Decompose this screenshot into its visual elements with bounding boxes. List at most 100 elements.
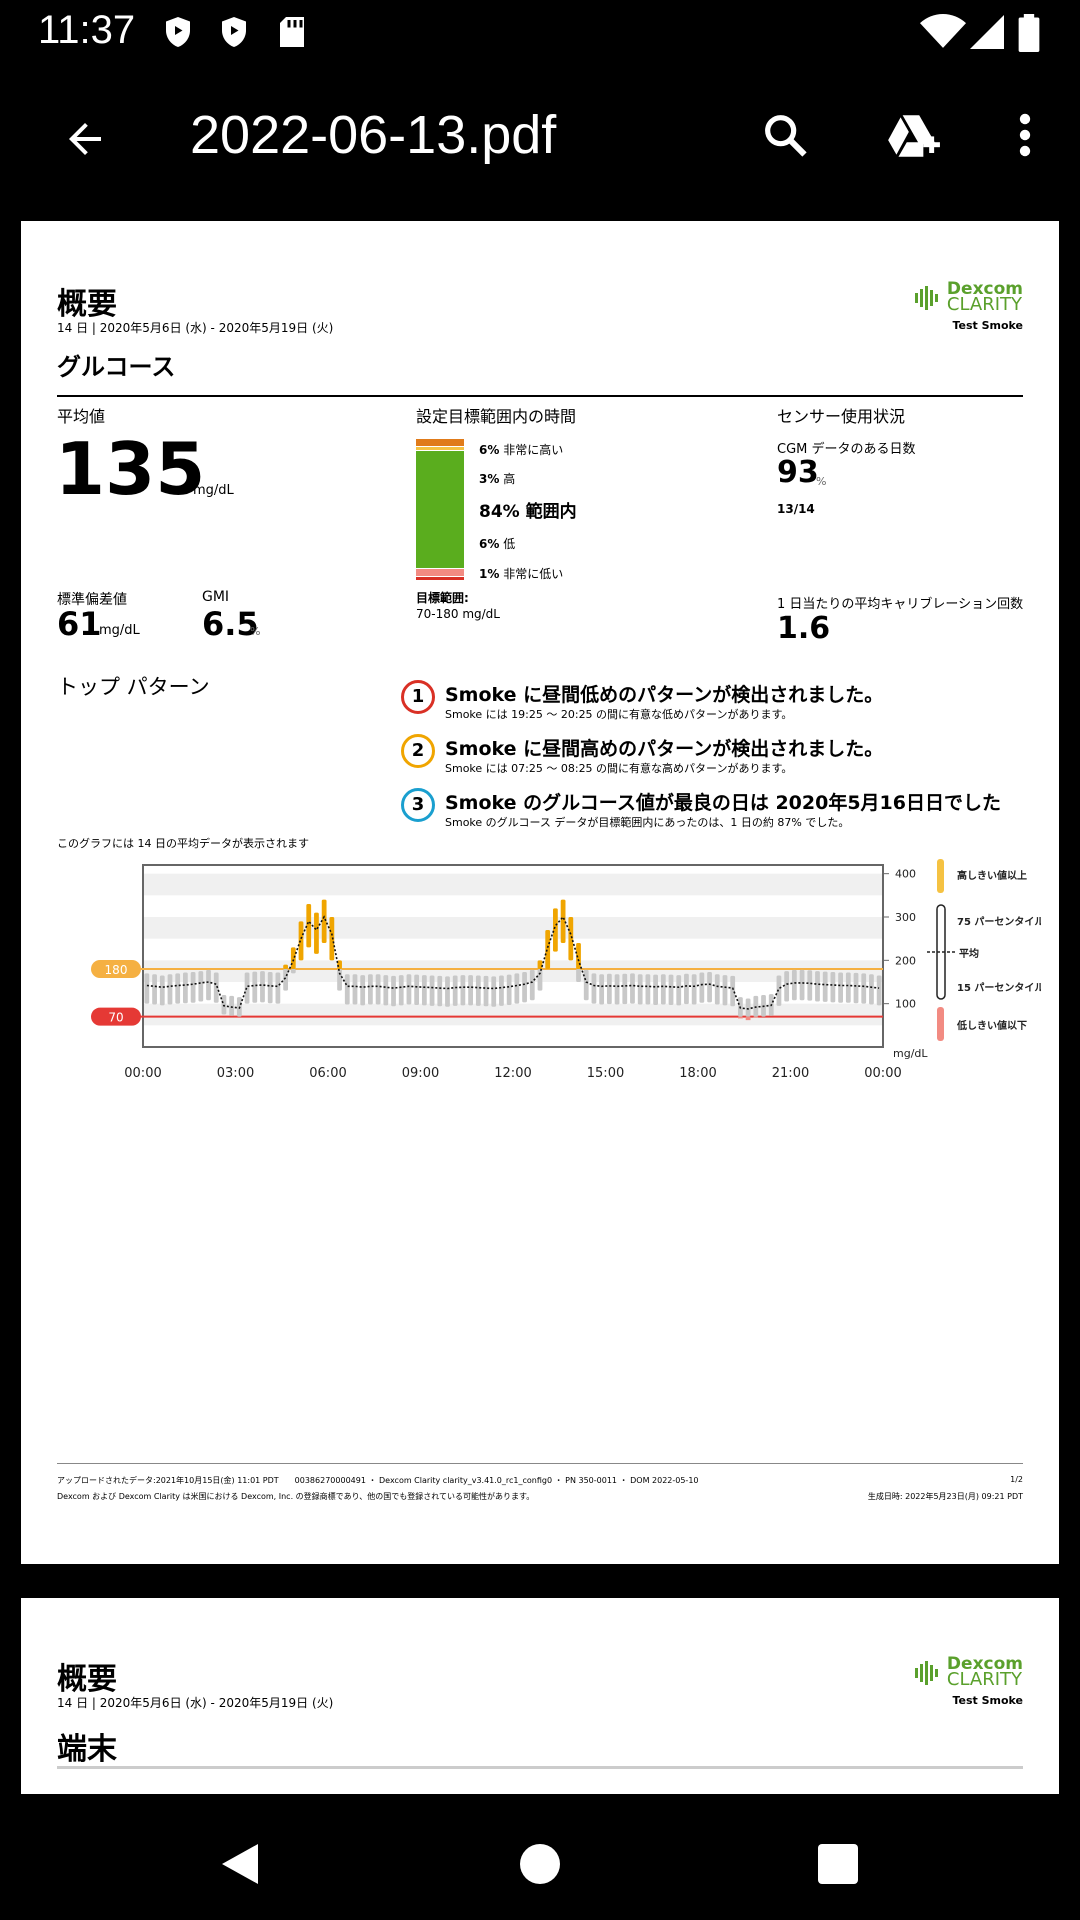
percentile-bar <box>714 974 720 1005</box>
percentile-bar <box>414 974 420 1005</box>
more-vert-icon <box>1019 113 1031 157</box>
percentile-bar <box>391 975 396 1007</box>
percentile-bar <box>352 974 358 1005</box>
x-tick-label: 00:00 <box>864 1066 901 1081</box>
percentile-bar <box>368 974 373 1005</box>
percentile-bar <box>260 971 265 1003</box>
percentile-bar <box>722 975 728 1006</box>
nav-home-button[interactable] <box>500 1824 580 1904</box>
pattern-number: 1 <box>401 680 435 714</box>
pattern-item[interactable]: 2 Smoke に昼間高めのパターンが検出されました。 Smoke には 07:… <box>401 734 1021 778</box>
calibration-value: 1.6 <box>777 611 831 646</box>
percentile-bar <box>429 975 435 1006</box>
pattern-subtitle: Smoke には 19:25 ～ 20:25 の間に有意な低めパターンがあります… <box>445 708 793 721</box>
high-bar <box>298 921 304 961</box>
drive-add-icon <box>888 115 940 157</box>
high-bar <box>306 904 312 948</box>
tir-high-text: 高 <box>503 472 516 486</box>
percentile-bar <box>707 972 712 1003</box>
sd-value: 61 <box>57 605 102 643</box>
back-button[interactable] <box>50 104 120 174</box>
pattern-item[interactable]: 1 Smoke に昼間低めのパターンが検出されました。 Smoke には 19:… <box>401 680 1021 724</box>
percentile-bar <box>221 995 227 1015</box>
report-date-range: 14 日 | 2020年5月6日 (水) - 2020年5月19日 (火) <box>57 1696 334 1710</box>
high-bar <box>545 930 551 969</box>
section-divider <box>57 1766 1023 1769</box>
y-unit-label: mg/dL <box>893 1047 928 1060</box>
low-bar <box>753 1016 759 1018</box>
sensor-days-count: 13/14 <box>777 502 815 516</box>
percentile-bar <box>183 972 188 1004</box>
percentile-bar <box>175 973 181 1004</box>
sd-card-icon <box>280 17 304 47</box>
high-bar <box>568 917 574 961</box>
sd-unit: mg/dL <box>99 623 140 638</box>
pattern-number: 3 <box>401 788 435 822</box>
average-unit: mg/dL <box>193 483 234 498</box>
pattern-item[interactable]: 3 Smoke のグルコース値が最良の日は 2020年5月16日日でした Smo… <box>401 788 1021 832</box>
percentile-bar <box>606 973 612 1005</box>
pattern-title: Smoke に昼間低めのパターンが検出されました。 <box>445 684 884 706</box>
tir-very-low-text: 非常に低い <box>503 567 564 581</box>
tir-segment-2 <box>416 451 464 569</box>
percentile-bar <box>784 971 790 1002</box>
footer-upload-info: アップロードされたデータ:2021年10月15日(金) 11:01 PDT 00… <box>57 1476 699 1485</box>
percentile-bar <box>460 975 466 1006</box>
wifi-icon <box>920 14 966 48</box>
pattern-title: Smoke のグルコース値が最良の日は 2020年5月16日日でした <box>445 792 1001 814</box>
low-bar <box>745 1016 751 1021</box>
search-button[interactable] <box>750 100 820 170</box>
calibration-label: 1 日当たりの平均キャリブレーション回数 <box>777 597 1024 612</box>
y-tick-label: 400 <box>895 868 916 881</box>
percentile-bar <box>375 974 381 1005</box>
tir-label: 設定目標範囲内の時間 <box>416 407 577 426</box>
percentile-bar <box>283 969 288 991</box>
percentile-bar <box>445 976 450 1007</box>
x-tick-label: 21:00 <box>772 1066 809 1081</box>
dexcom-logo: Dexcom CLARITY Test Smoke <box>914 1656 1023 1707</box>
legend-label: 低しきい値以下 <box>956 1019 1027 1032</box>
pattern-title: Smoke に昼間高めのパターンが検出されました。 <box>445 738 884 760</box>
tir-very-low-pct: 1% <box>479 567 500 581</box>
nav-back-icon <box>222 1844 258 1884</box>
percentile-bar <box>206 969 211 1001</box>
x-tick-label: 18:00 <box>679 1066 716 1081</box>
tir-in-range-text: 範囲内 <box>525 502 577 522</box>
legend-label: 75 パーセンタイル <box>957 916 1041 928</box>
percentile-bar <box>506 974 512 1005</box>
nav-recents-button[interactable] <box>798 1824 878 1904</box>
document-title: 2022-06-13.pdf <box>190 105 557 165</box>
nav-back-button[interactable] <box>200 1824 280 1904</box>
legend-label: 高しきい値以上 <box>957 869 1027 882</box>
percentile-bar <box>653 974 658 1005</box>
section-divider <box>57 395 1023 397</box>
legend-label: 15 パーセンタイル <box>957 982 1041 994</box>
percentile-bar <box>838 972 843 1003</box>
percentile-bar <box>876 975 882 1006</box>
report-date-range: 14 日 | 2020年5月6日 (水) - 2020年5月19日 (火) <box>57 321 334 335</box>
percentile-bar <box>229 995 235 1016</box>
percentile-bar <box>576 969 581 982</box>
x-tick-label: 00:00 <box>124 1066 161 1081</box>
pattern-subtitle: Smoke には 07:25 ～ 08:25 の間に有意な高めパターンがあります… <box>445 762 793 775</box>
sensor-usage-label: センサー使用状況 <box>777 407 906 426</box>
dexcom-logo-icon <box>914 1661 938 1685</box>
low-bar <box>738 1016 743 1019</box>
tir-low-text: 低 <box>503 537 516 551</box>
percentile-bar <box>529 969 535 1001</box>
percentile-bar <box>491 976 497 1007</box>
percentile-bar <box>745 998 751 1017</box>
percentile-bar <box>622 973 628 1005</box>
tir-low-pct: 6% <box>479 537 500 551</box>
tir-row-high: 3% 高 <box>479 470 515 487</box>
target-range-label: 目標範囲: <box>416 591 469 605</box>
percentile-bar <box>360 975 366 1006</box>
tir-very-high-text: 非常に高い <box>503 443 564 457</box>
percentile-bar <box>198 971 204 1002</box>
percentile-bar <box>676 975 682 1006</box>
footer-divider <box>57 1463 1023 1464</box>
cell-signal-icon <box>970 15 1004 49</box>
more-options-button[interactable] <box>1000 100 1050 170</box>
percentile-bar <box>599 974 605 1005</box>
add-to-drive-button[interactable] <box>875 98 951 174</box>
